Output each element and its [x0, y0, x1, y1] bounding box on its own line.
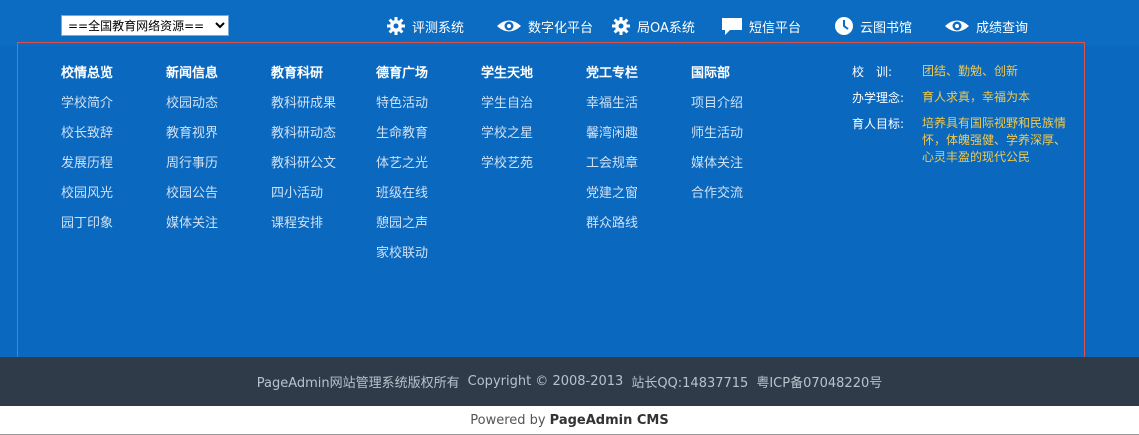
nav-link[interactable]: 生命教育 — [376, 123, 428, 145]
nav-column-party: 党工专栏 幸福生活 馨湾闲趣 工会规章 党建之窗 群众路线 — [586, 63, 638, 243]
goal-value: 培养具有国际视野和民族情怀，体魄强健、学养深厚、心灵丰盈的现代公民 — [922, 116, 1067, 164]
nav-column-title[interactable]: 校情总览 — [61, 63, 113, 85]
nav-column-title[interactable]: 德育广场 — [376, 63, 428, 85]
motto-value: 团结、勤勉、创新 — [922, 64, 1019, 78]
nav-link[interactable]: 憩园之声 — [376, 213, 428, 235]
nav-link[interactable]: 教科研动态 — [271, 123, 336, 145]
nav-column-international: 国际部 项目介绍 师生活动 媒体关注 合作交流 — [691, 63, 743, 213]
powered-by-bar: Powered by PageAdmin CMS — [0, 406, 1139, 435]
nav-link[interactable]: 学生自治 — [481, 93, 533, 115]
philosophy-label: 办学理念: — [852, 91, 905, 105]
nav-column-title[interactable]: 党工专栏 — [586, 63, 638, 85]
nav-link[interactable]: 家校联动 — [376, 243, 428, 265]
link-evaluation-system[interactable]: 评测系统 — [386, 15, 464, 37]
nav-link[interactable]: 四小活动 — [271, 183, 336, 205]
nav-link[interactable]: 党建之窗 — [586, 183, 638, 205]
nav-column-school-overview: 校情总览 学校简介 校长致辞 发展历程 校园风光 园丁印象 — [61, 63, 113, 243]
nav-link[interactable]: 工会规章 — [586, 153, 638, 175]
goal-label: 育人目标: — [852, 117, 905, 131]
goal-row: 育人目标: 培养具有国际视野和民族情怀，体魄强健、学养深厚、心灵丰盈的现代公民 — [852, 115, 1067, 166]
nav-link[interactable]: 园丁印象 — [61, 213, 113, 235]
footer-owner: PageAdmin网站管理系统版权所有 — [256, 376, 460, 391]
nav-link[interactable]: 项目介绍 — [691, 93, 743, 115]
nav-link[interactable]: 学校之星 — [481, 123, 533, 145]
nav-link[interactable]: 馨湾闲趣 — [586, 123, 638, 145]
nav-link[interactable]: 校长致辞 — [61, 123, 113, 145]
powered-brand-link[interactable]: PageAdmin CMS — [550, 413, 669, 428]
nav-column-news: 新闻信息 校园动态 教育视界 周行事历 校园公告 媒体关注 — [166, 63, 218, 243]
link-label: 短信平台 — [749, 20, 802, 36]
nav-link[interactable]: 课程安排 — [271, 213, 336, 235]
footer-qq: 站长QQ:14837715 — [631, 376, 749, 391]
chat-icon — [722, 18, 742, 35]
motto-row: 校 训: 团结、勤勉、创新 — [852, 63, 1067, 80]
nav-link[interactable]: 师生活动 — [691, 123, 743, 145]
gear-icon — [612, 17, 630, 35]
school-motto-panel: 校 训: 团结、勤勉、创新 办学理念: 育人求真，幸福为本 育人目标: 培养具有… — [852, 63, 1067, 175]
link-label: 云图书馆 — [860, 20, 913, 36]
nav-link[interactable]: 校园动态 — [166, 93, 218, 115]
nav-column-moral-education: 德育广场 特色活动 生命教育 体艺之光 班级在线 憩园之声 家校联动 — [376, 63, 428, 273]
nav-column-title[interactable]: 教育科研 — [271, 63, 336, 85]
nav-link[interactable]: 学校艺苑 — [481, 153, 533, 175]
powered-prefix: Powered by — [470, 412, 546, 428]
gear-icon — [387, 17, 405, 35]
nav-column-title[interactable]: 学生天地 — [481, 63, 533, 85]
resource-select[interactable]: ==全国教育网络资源== — [61, 15, 229, 36]
top-bar: ==全国教育网络资源== 评测系统 数字化平台 局OA系统 短信平台 云图书馆 … — [0, 0, 1139, 46]
nav-column-title[interactable]: 新闻信息 — [166, 63, 218, 85]
nav-link[interactable]: 学校简介 — [61, 93, 113, 115]
philosophy-value: 育人求真，幸福为本 — [922, 90, 1031, 104]
nav-link[interactable]: 幸福生活 — [586, 93, 638, 115]
nav-link[interactable]: 合作交流 — [691, 183, 743, 205]
nav-link[interactable]: 校园公告 — [166, 183, 218, 205]
eye-icon — [945, 20, 969, 32]
nav-column-students: 学生天地 学生自治 学校之星 学校艺苑 — [481, 63, 533, 183]
link-label: 局OA系统 — [637, 20, 695, 36]
clock-icon — [835, 17, 853, 35]
link-label: 成绩查询 — [976, 20, 1029, 36]
nav-link[interactable]: 班级在线 — [376, 183, 428, 205]
link-cloud-library[interactable]: 云图书馆 — [834, 15, 912, 37]
motto-label: 校 训: — [852, 65, 893, 79]
nav-link[interactable]: 群众路线 — [586, 213, 638, 235]
link-digital-platform[interactable]: 数字化平台 — [496, 15, 593, 37]
philosophy-row: 办学理念: 育人求真，幸福为本 — [852, 89, 1067, 106]
nav-link[interactable]: 校园风光 — [61, 183, 113, 205]
nav-link[interactable]: 周行事历 — [166, 153, 218, 175]
nav-link[interactable]: 体艺之光 — [376, 153, 428, 175]
footer-copyright: Copyright © 2008-2013 — [467, 374, 624, 389]
footer-icp[interactable]: 粤ICP备07048220号 — [756, 372, 882, 391]
nav-link[interactable]: 教科研公文 — [271, 153, 336, 175]
nav-column-research: 教育科研 教科研成果 教科研动态 教科研公文 四小活动 课程安排 — [271, 63, 336, 243]
copyright-footer: PageAdmin网站管理系统版权所有 Copyright © 2008-201… — [0, 357, 1139, 406]
nav-link[interactable]: 媒体关注 — [166, 213, 218, 235]
link-score-query[interactable]: 成绩查询 — [944, 15, 1028, 37]
nav-link[interactable]: 特色活动 — [376, 93, 428, 115]
link-label: 数字化平台 — [528, 20, 594, 36]
nav-link[interactable]: 教科研成果 — [271, 93, 336, 115]
link-oa-system[interactable]: 局OA系统 — [611, 15, 695, 37]
link-sms-platform[interactable]: 短信平台 — [721, 15, 801, 37]
eye-icon — [497, 20, 521, 32]
nav-link[interactable]: 教育视界 — [166, 123, 218, 145]
nav-link[interactable]: 发展历程 — [61, 153, 113, 175]
nav-column-title[interactable]: 国际部 — [691, 63, 743, 85]
nav-link[interactable]: 媒体关注 — [691, 153, 743, 175]
link-label: 评测系统 — [412, 20, 465, 36]
